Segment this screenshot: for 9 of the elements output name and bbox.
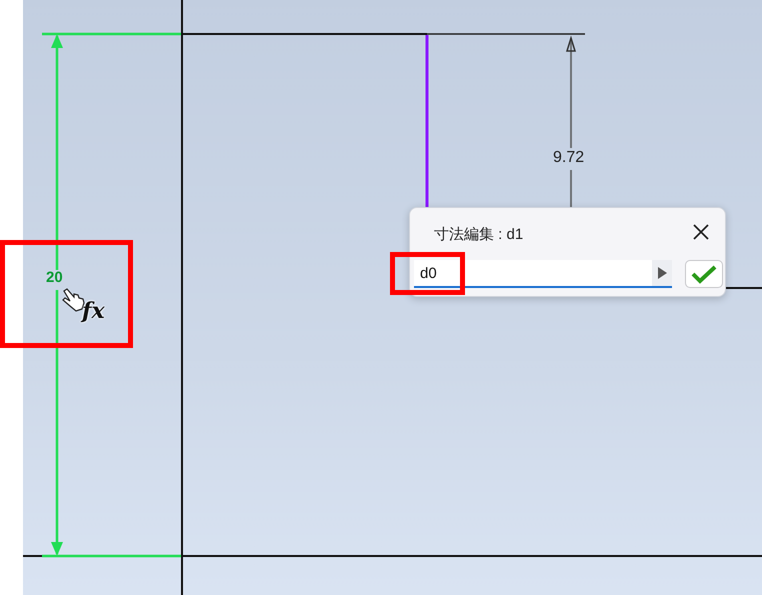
formula-cursor-label: fx (82, 300, 105, 322)
dimension-value[interactable]: 9.72 (553, 150, 584, 166)
play-icon (657, 266, 667, 279)
sketch-line (726, 287, 762, 289)
dimension-input-field[interactable]: d0 (414, 260, 672, 288)
dialog-title: 寸法編集 : d1 (434, 225, 524, 245)
expand-arrow-button[interactable] (652, 260, 672, 286)
accept-button[interactable] (685, 260, 723, 288)
checkmark-icon (691, 264, 717, 284)
